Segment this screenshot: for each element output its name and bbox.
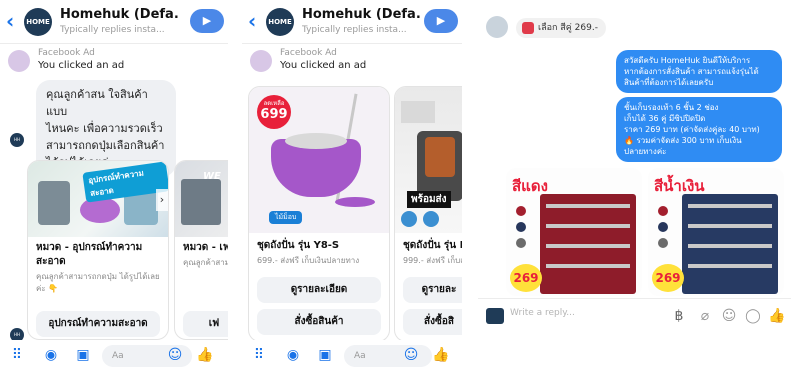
grid-menu-icon[interactable]: ⠿ <box>8 346 26 364</box>
screenshot-collage: ‹ HOME Homehuk (Defa... Typically replie… <box>0 0 791 370</box>
product-image-red[interactable]: สีแดง 269 <box>506 168 642 296</box>
card-title: หมวด - เฟ <box>183 242 228 253</box>
camera-icon[interactable]: ◉ <box>42 346 60 364</box>
details-button[interactable]: ดูรายละเอียด <box>257 277 381 303</box>
avatar: HH <box>10 133 24 147</box>
avatar <box>486 16 508 38</box>
video-call-icon[interactable]: ▶ <box>190 9 224 33</box>
quick-reply-chip[interactable]: เลือก สีคู่ 269.- <box>516 18 606 38</box>
back-icon[interactable]: ‹ <box>248 11 262 31</box>
like-icon[interactable]: 👍 <box>196 346 214 364</box>
product-image: อุปกรณ์ทำความสะอาด <box>28 161 168 237</box>
chat-panel-categories: ‹ HOME Homehuk (Defa... Typically replie… <box>0 0 228 370</box>
ad-label: Facebook Ad <box>280 48 337 58</box>
product-image: พร้อมส่ง <box>395 87 462 233</box>
image-badge: ไม้ม็อบ <box>269 211 303 224</box>
grid-menu-icon[interactable]: ⠿ <box>250 346 268 364</box>
page-subtitle: Typically replies insta... <box>302 25 407 35</box>
card-subtitle: 999.- ส่งฟรี เก็บเ <box>403 256 462 265</box>
chat-header: ‹ HOME Homehuk (Defa... Typically replie… <box>242 0 462 44</box>
chat-header: ‹ HOME Homehuk (Defa... Typically replie… <box>0 0 228 44</box>
image-icon[interactable]: ▣ <box>74 346 92 364</box>
details-button[interactable]: ดูรายละ <box>403 277 462 303</box>
order-button[interactable]: สั่งซื้อสิ <box>403 309 462 335</box>
outgoing-message: ชั้นเก็บรองเท้า 6 ชั้น 2 ช่อง เก็บได้ 36… <box>616 97 782 162</box>
composer-bar: ⠿ ◉ ▣ Aa ☺ 👍 <box>242 340 462 370</box>
category-card[interactable]: WE หมวด - เฟ คุณลูกค้าสามารถ เฟ <box>174 160 228 340</box>
outgoing-message: สวัสดีครับ HomeHuk ยินดีให้บริการ หากต้อ… <box>616 50 782 93</box>
image-icon[interactable]: ▣ <box>316 346 334 364</box>
emoji-icon[interactable]: ☺ <box>402 346 420 364</box>
chat-panel-products: ‹ HOME Homehuk (Defa... Typically replie… <box>242 0 462 370</box>
composer-bar: Write a reply... ฿ ⌀ ☺ ◯ 👍 <box>478 298 791 332</box>
card-subtitle: คุณลูกค้าสามารถกดปุ่ม ได้รูปได้เลยค่ะ 👇 <box>36 272 160 293</box>
page-name[interactable]: Homehuk (Defa... <box>302 7 420 22</box>
avatar <box>250 50 272 72</box>
back-icon[interactable]: ‹ <box>6 11 20 31</box>
card-title: ชุดถังปั่น รุ่น Pr <box>403 240 462 251</box>
category-button[interactable]: อุปกรณ์ทำความสะอาด <box>36 311 160 337</box>
product-image: WE <box>175 161 228 237</box>
chat-panel-shoe-rack: เลือก สีคู่ 269.- สวัสดีครับ HomeHuk ยิน… <box>478 0 791 370</box>
product-card[interactable]: ลดเหลือ 699 ไม้ม็อบ ชุดถังปั่น รุ่น Y8-S… <box>248 86 390 342</box>
order-button[interactable]: สั่งซื้อสินค้า <box>257 309 381 335</box>
product-image: ลดเหลือ 699 ไม้ม็อบ <box>249 87 389 233</box>
emoji-icon[interactable]: ☺ <box>720 307 738 325</box>
avatar[interactable]: HOME <box>24 8 52 36</box>
tag-icon <box>522 22 534 34</box>
category-card[interactable]: อุปกรณ์ทำความสะอาด › หมวด - อุปกรณ์ทำควา… <box>27 160 169 340</box>
currency-icon[interactable]: ฿ <box>670 307 688 325</box>
card-subtitle: 699.- ส่งฟรี เก็บเงินปลายทาง <box>257 256 360 265</box>
avatar[interactable]: HOME <box>266 8 294 36</box>
price-badge: 269 <box>510 264 542 292</box>
product-card[interactable]: พร้อมส่ง ชุดถังปั่น รุ่น Pr 999.- ส่งฟรี… <box>394 86 462 342</box>
price-badge: ลดเหลือ 699 <box>257 95 291 129</box>
attachment-icon[interactable]: ⌀ <box>696 307 714 325</box>
card-title: ชุดถังปั่น รุ่น Y8-S <box>257 240 340 251</box>
avatar <box>486 308 504 324</box>
price-badge: 269 <box>652 264 684 292</box>
ad-notice: Facebook Ad You clicked an ad <box>242 46 462 74</box>
ad-text: You clicked an ad <box>280 60 367 71</box>
product-image-blue[interactable]: สีน้ำเงิน 269 <box>648 168 784 296</box>
ad-label: Facebook Ad <box>38 48 95 58</box>
image-badge: พร้อมส่ง <box>407 191 451 208</box>
ad-text: You clicked an ad <box>38 60 125 71</box>
page-name[interactable]: Homehuk (Defa... <box>60 7 178 22</box>
chevron-right-icon[interactable]: › <box>156 189 168 211</box>
video-call-icon[interactable]: ▶ <box>424 9 458 33</box>
like-icon[interactable]: 👍 <box>432 346 450 364</box>
ad-notice: Facebook Ad You clicked an ad <box>0 46 228 74</box>
page-subtitle: Typically replies insta... <box>60 25 165 35</box>
like-icon[interactable]: 👍 <box>768 307 786 325</box>
composer-bar: ⠿ ◉ ▣ Aa ☺ 👍 <box>0 340 228 370</box>
card-title: หมวด - อุปกรณ์ทำความสะอาด <box>36 242 143 267</box>
reply-input[interactable]: Write a reply... <box>510 308 575 318</box>
camera-icon[interactable]: ◉ <box>284 346 302 364</box>
sticker-icon[interactable]: ◯ <box>744 307 762 325</box>
emoji-icon[interactable]: ☺ <box>166 346 184 364</box>
avatar <box>8 50 30 72</box>
card-subtitle: คุณลูกค้าสามารถ <box>183 258 228 267</box>
category-button[interactable]: เฟ <box>183 311 228 337</box>
